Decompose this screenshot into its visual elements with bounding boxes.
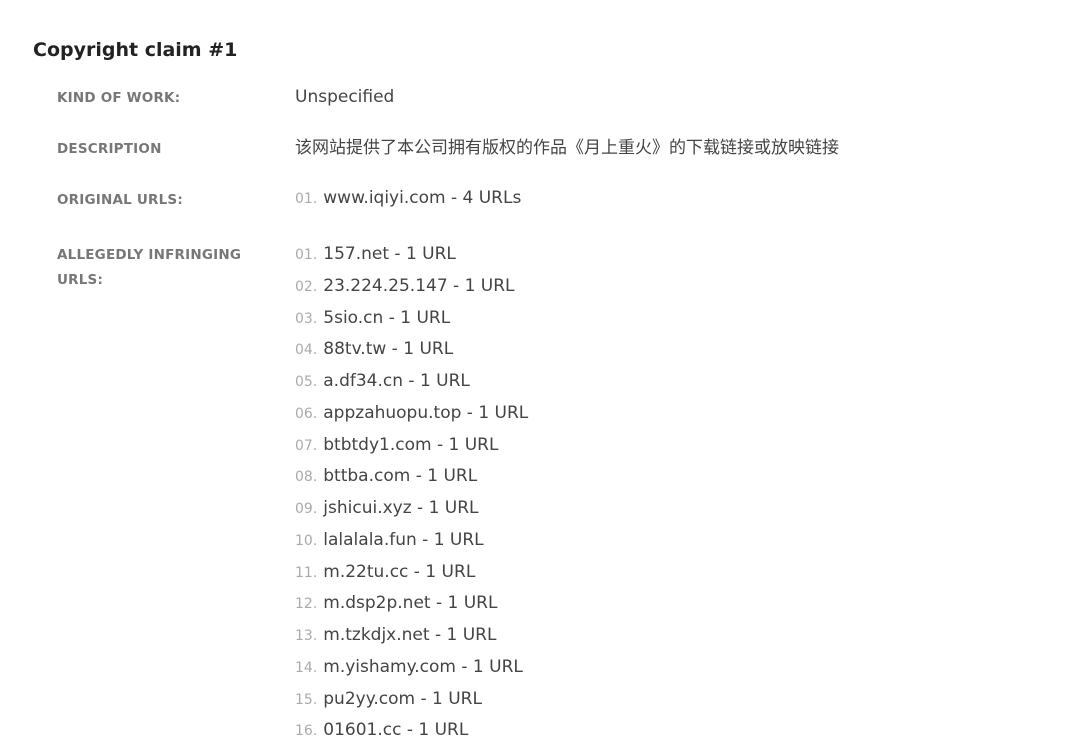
list-item: 10. lalalala.fun - 1 URL	[295, 527, 528, 559]
list-item: 01. 157.net - 1 URL	[295, 241, 528, 273]
url-entry[interactable]: 157.net - 1 URL	[323, 244, 456, 264]
url-entry[interactable]: m.tzkdjx.net - 1 URL	[323, 625, 496, 645]
list-item-number: 12.	[295, 596, 318, 613]
infringing-urls-list: 01. 157.net - 1 URL 02. 23.224.25.147 - 1 U…	[295, 241, 528, 749]
list-item: 11. m.22tu.cc - 1 URL	[295, 559, 528, 591]
list-item: 16. 01601.cc - 1 URL	[295, 717, 528, 749]
list-item: 15. pu2yy.com - 1 URL	[295, 686, 528, 718]
url-entry[interactable]: jshicui.xyz - 1 URL	[323, 498, 478, 518]
list-item-number: 11.	[295, 564, 318, 581]
list-item-number: 14.	[295, 659, 318, 676]
url-entry[interactable]: a.df34.cn - 1 URL	[323, 371, 470, 391]
list-item-number: 05.	[295, 374, 318, 390]
description-value: 该网站提供了本公司拥有版权的作品《月上重火》的下载链接或放映链接	[295, 138, 839, 158]
list-item: 07. btbtdy1.com - 1 URL	[295, 432, 528, 464]
url-entry[interactable]: 23.224.25.147 - 1 URL	[323, 276, 514, 296]
url-entry[interactable]: appzahuopu.top - 1 URL	[323, 403, 528, 423]
list-item-number: 16.	[295, 723, 318, 740]
list-item-number: 15.	[295, 691, 318, 708]
list-item-number: 01.	[295, 247, 318, 263]
list-item-number: 01.	[295, 191, 318, 207]
list-item-number: 07.	[295, 437, 318, 454]
url-entry[interactable]: lalalala.fun - 1 URL	[323, 530, 483, 550]
list-item: 05. a.df34.cn - 1 URL	[295, 368, 528, 400]
list-item: 08. bttba.com - 1 URL	[295, 463, 528, 495]
list-item: 09. jshicui.xyz - 1 URL	[295, 495, 528, 527]
url-entry[interactable]: m.22tu.cc - 1 URL	[323, 562, 475, 582]
original-urls-label: ORIGINAL URLS:	[57, 192, 183, 208]
list-item-number: 09.	[295, 501, 318, 517]
url-entry[interactable]: btbtdy1.com - 1 URL	[323, 435, 498, 455]
url-entry[interactable]: pu2yy.com - 1 URL	[323, 689, 482, 709]
list-item: 01. www.iqiyi.com - 4 URLs	[295, 185, 521, 217]
url-entry[interactable]: 5sio.cn - 1 URL	[323, 308, 450, 328]
list-item: 04. 88tv.tw - 1 URL	[295, 336, 528, 368]
url-entry[interactable]: www.iqiyi.com - 4 URLs	[323, 188, 521, 208]
original-urls-list: 01. www.iqiyi.com - 4 URLs	[295, 185, 521, 217]
copyright-claim: Copyright claim #1 KIND OF WORK: Unspeci…	[0, 0, 1080, 741]
infringing-urls-label: ALLEGEDLY INFRINGING URLS:	[57, 247, 242, 288]
url-entry[interactable]: bttba.com - 1 URL	[323, 466, 477, 486]
list-item: 03. 5sio.cn - 1 URL	[295, 305, 528, 337]
kind-of-work-value: Unspecified	[295, 87, 395, 107]
list-item-number: 03.	[295, 310, 318, 327]
url-entry[interactable]: m.dsp2p.net - 1 URL	[323, 593, 497, 613]
url-entry[interactable]: 01601.cc - 1 URL	[323, 720, 468, 740]
list-item-number: 08.	[295, 469, 318, 486]
description-label: DESCRIPTION	[57, 141, 162, 157]
url-entry[interactable]: m.yishamy.com - 1 URL	[323, 657, 523, 677]
list-item-number: 06.	[295, 405, 318, 422]
list-item-number: 04.	[295, 342, 318, 359]
claim-title: Copyright claim #1	[33, 39, 238, 61]
url-entry[interactable]: 88tv.tw - 1 URL	[323, 339, 453, 359]
list-item: 06. appzahuopu.top - 1 URL	[295, 400, 528, 432]
list-item-number: 13.	[295, 628, 318, 644]
list-item: 13. m.tzkdjx.net - 1 URL	[295, 622, 528, 654]
list-item: 14. m.yishamy.com - 1 URL	[295, 654, 528, 686]
list-item-number: 10.	[295, 532, 318, 549]
list-item: 12. m.dsp2p.net - 1 URL	[295, 590, 528, 622]
list-item: 02. 23.224.25.147 - 1 URL	[295, 273, 528, 305]
kind-of-work-label: KIND OF WORK:	[57, 90, 181, 106]
list-item-number: 02.	[295, 278, 318, 295]
